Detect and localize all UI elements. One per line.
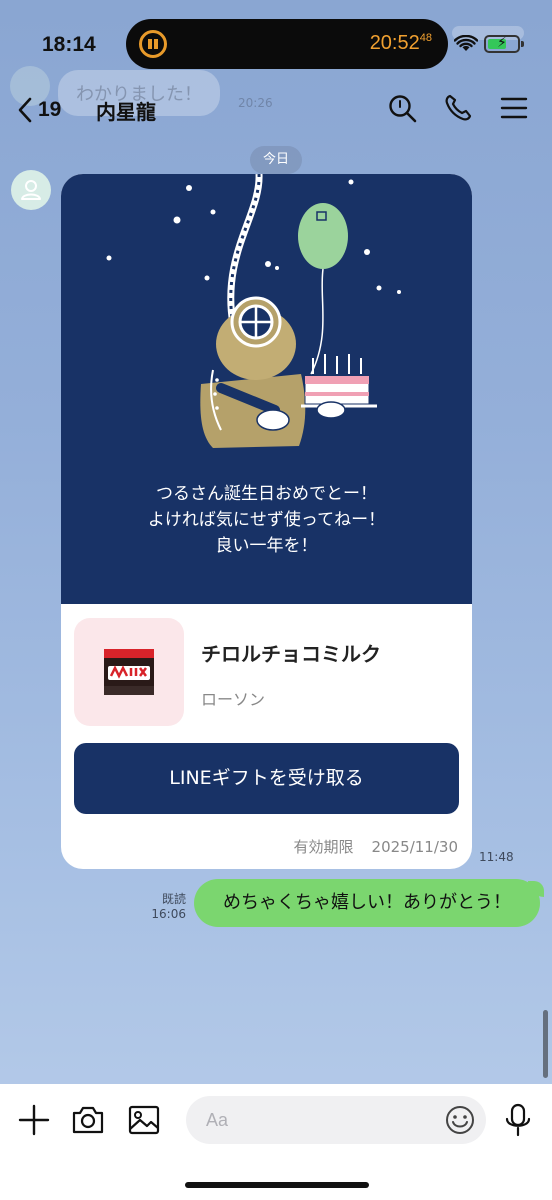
read-label: 既読 (161, 892, 186, 906)
product-name: チロルチョコミルク (201, 642, 381, 666)
gift-message: つるさん誕生日おめでとー！ よければ気にせず使ってねー！ 良い一年を！ (61, 481, 472, 559)
plus-icon[interactable] (16, 1102, 52, 1138)
chocolate-package-image (104, 649, 154, 695)
pause-icon (139, 30, 167, 58)
emoji-icon[interactable] (444, 1104, 476, 1136)
sent-time: 16:06 (151, 907, 186, 921)
timer-main: 20:52 (369, 32, 420, 54)
product-store: ローソン (201, 690, 266, 709)
dynamic-island[interactable]: 20:5248 (126, 19, 448, 69)
chevron-left-icon (18, 97, 32, 123)
gift-message-line: よければ気にせず使ってねー！ (147, 510, 386, 530)
message-input[interactable] (186, 1096, 486, 1144)
phone-icon[interactable] (442, 92, 474, 124)
wifi-icon (454, 35, 478, 51)
search-icon[interactable] (386, 92, 418, 124)
product-info[interactable]: チロルチョコミルク ローソン (61, 604, 472, 739)
avatar[interactable] (11, 170, 51, 210)
gift-card[interactable]: つるさん誕生日おめでとー！ よければ気にせず使ってねー！ 良い一年を！ チロルチ… (61, 174, 472, 869)
read-receipt: 既読 16:06 (150, 892, 186, 922)
date-separator: 今日 (250, 146, 302, 174)
mic-icon[interactable] (500, 1102, 536, 1138)
product-image (74, 618, 184, 726)
timer-sub: 48 (419, 32, 432, 44)
person-icon (21, 180, 41, 200)
gift-expiry: 有効期限 2025/11/30 (294, 836, 458, 857)
receive-gift-button[interactable]: LINEギフトを受け取る (74, 743, 459, 814)
menu-icon[interactable] (498, 92, 530, 124)
expiry-label: 有効期限 (293, 838, 354, 856)
home-indicator (185, 1182, 369, 1188)
scroll-indicator[interactable] (543, 1010, 548, 1078)
chat-header: 19 内星龍 (0, 86, 552, 132)
gift-message-line: つるさん誕生日おめでとー！ (156, 484, 377, 504)
unread-count: 19 (38, 98, 62, 121)
sent-message-bubble[interactable]: めちゃくちゃ嬉しい！ありがとう！ (194, 879, 540, 927)
diver-birthday-illustration (106, 174, 401, 448)
island-timer: 20:5248 (370, 32, 432, 55)
chat-title: 内星龍 (96, 100, 156, 124)
gift-message-line: 良い一年を！ (215, 536, 318, 556)
gift-message-time: 11:48 (479, 850, 514, 864)
battery-icon: ⚡ (484, 35, 524, 53)
expiry-date: 2025/11/30 (371, 838, 458, 856)
input-bar (0, 1084, 552, 1200)
camera-icon[interactable] (70, 1102, 106, 1138)
status-time: 18:14 (42, 33, 96, 56)
image-icon[interactable] (126, 1102, 162, 1138)
back-button[interactable]: 19 (16, 90, 76, 130)
gift-card-header: つるさん誕生日おめでとー！ よければ気にせず使ってねー！ 良い一年を！ (61, 174, 472, 604)
